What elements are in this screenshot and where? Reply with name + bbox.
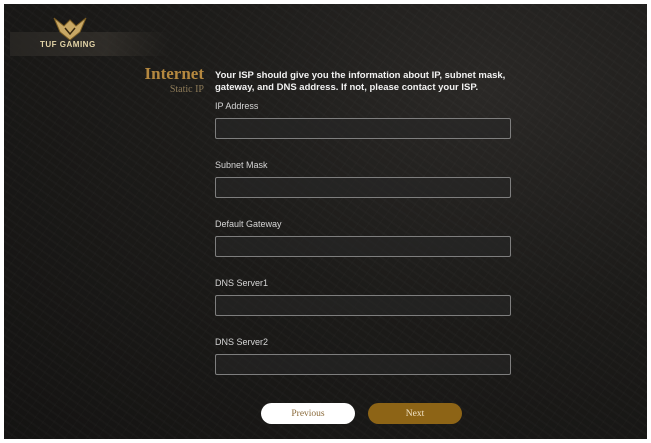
subnet-mask-label: Subnet Mask: [215, 160, 268, 170]
default-gateway-label: Default Gateway: [215, 219, 282, 229]
ip-address-input[interactable]: [215, 118, 511, 139]
default-gateway-input[interactable]: [215, 236, 511, 257]
dns-server2-input[interactable]: [215, 354, 511, 375]
brand-logo: TUF GAMING: [10, 14, 170, 58]
page-title: Internet: [144, 64, 204, 83]
previous-button[interactable]: Previous: [261, 403, 355, 424]
instructions-text: Your ISP should give you the information…: [215, 70, 506, 93]
logo-text: TUF GAMING: [40, 40, 96, 49]
setup-wizard-page: TUF GAMING Internet Static IP Your ISP s…: [4, 4, 647, 439]
subnet-mask-input[interactable]: [215, 177, 511, 198]
ip-address-label: IP Address: [215, 101, 259, 111]
dns-server1-label: DNS Server1: [215, 278, 269, 288]
page-subtitle: Static IP: [169, 84, 204, 95]
dns-server2-label: DNS Server2: [215, 337, 269, 347]
dns-server1-input[interactable]: [215, 295, 511, 316]
next-button[interactable]: Next: [368, 403, 462, 424]
page-heading: Internet Static IP: [104, 64, 204, 96]
